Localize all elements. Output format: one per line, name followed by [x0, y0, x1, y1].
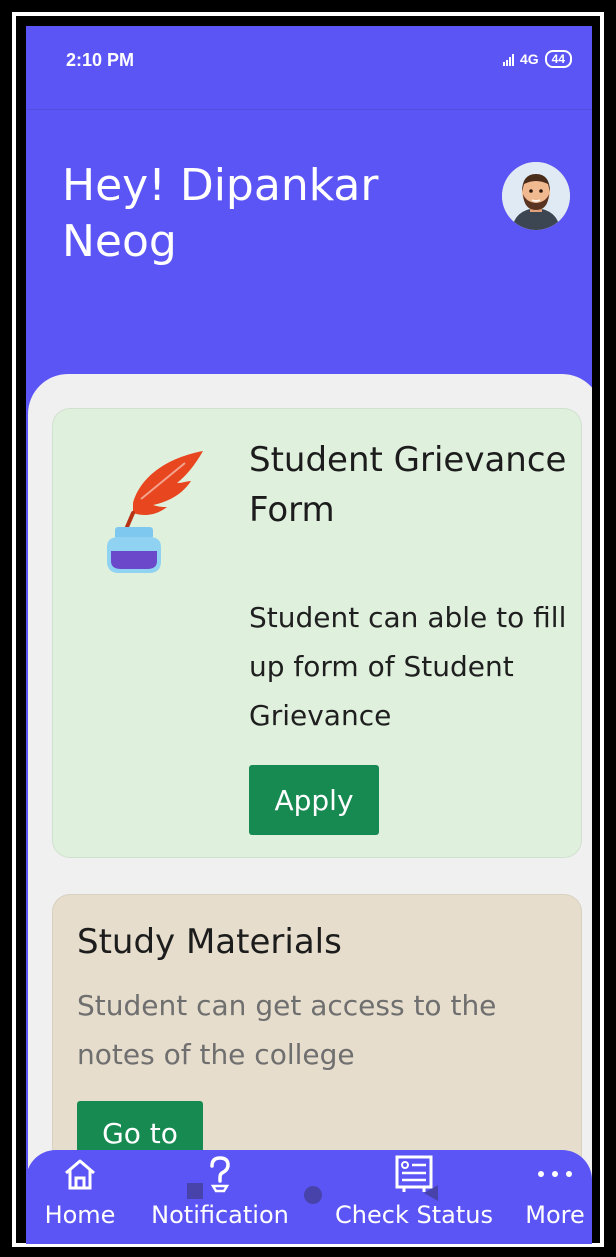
status-bar: 2:10 PM 4G 44 — [26, 26, 592, 110]
status-indicators: 4G 44 — [502, 50, 572, 68]
avatar-illustration — [502, 162, 570, 230]
nav-label-home: Home — [44, 1201, 116, 1229]
system-home-icon[interactable] — [302, 1184, 324, 1206]
status-time: 2:10 PM — [66, 50, 135, 70]
battery-level: 44 — [551, 52, 565, 66]
battery-icon: 44 — [544, 50, 572, 68]
grievance-card[interactable]: Student Grievance Form Student can able … — [52, 408, 582, 858]
study-materials-description: Student can get access to the notes of t… — [77, 989, 497, 1071]
nav-item-check-status[interactable]: Check Status — [316, 1150, 512, 1244]
study-materials-title: Study Materials — [77, 922, 342, 962]
bottom-navigation: Home Notification Check Status More — [26, 1150, 592, 1244]
nav-item-notification[interactable]: Notification — [136, 1150, 304, 1244]
nav-item-home[interactable]: Home — [26, 1150, 134, 1244]
user-avatar-icon[interactable] — [502, 162, 570, 230]
nav-label-more: More — [525, 1201, 585, 1229]
device-frame: 2:10 PM 4G 44 Hey! Dipankar Neog Student… — [0, 0, 616, 1257]
apply-button[interactable]: Apply — [249, 765, 379, 835]
network-type: 4G — [519, 51, 539, 67]
more-dots-icon — [535, 1154, 575, 1194]
system-back-icon[interactable] — [420, 1182, 442, 1204]
nav-item-more[interactable]: More — [520, 1150, 590, 1244]
question-icon — [200, 1154, 240, 1194]
app-screen: 2:10 PM 4G 44 Hey! Dipankar Neog Student… — [26, 26, 592, 1244]
nav-label-check-status: Check Status — [335, 1201, 493, 1229]
quill-ink-icon — [91, 441, 215, 573]
content-panel: Student Grievance Form Student can able … — [28, 374, 592, 1244]
signal-icon — [502, 52, 514, 66]
home-icon — [60, 1154, 100, 1194]
nav-label-notification: Notification — [151, 1201, 289, 1229]
grievance-description: Student can able to fill up form of Stud… — [249, 601, 567, 732]
grievance-title: Student Grievance Form — [249, 440, 567, 530]
greeting-title: Hey! Dipankar Neog — [62, 160, 379, 267]
system-recents-icon[interactable] — [184, 1180, 206, 1202]
